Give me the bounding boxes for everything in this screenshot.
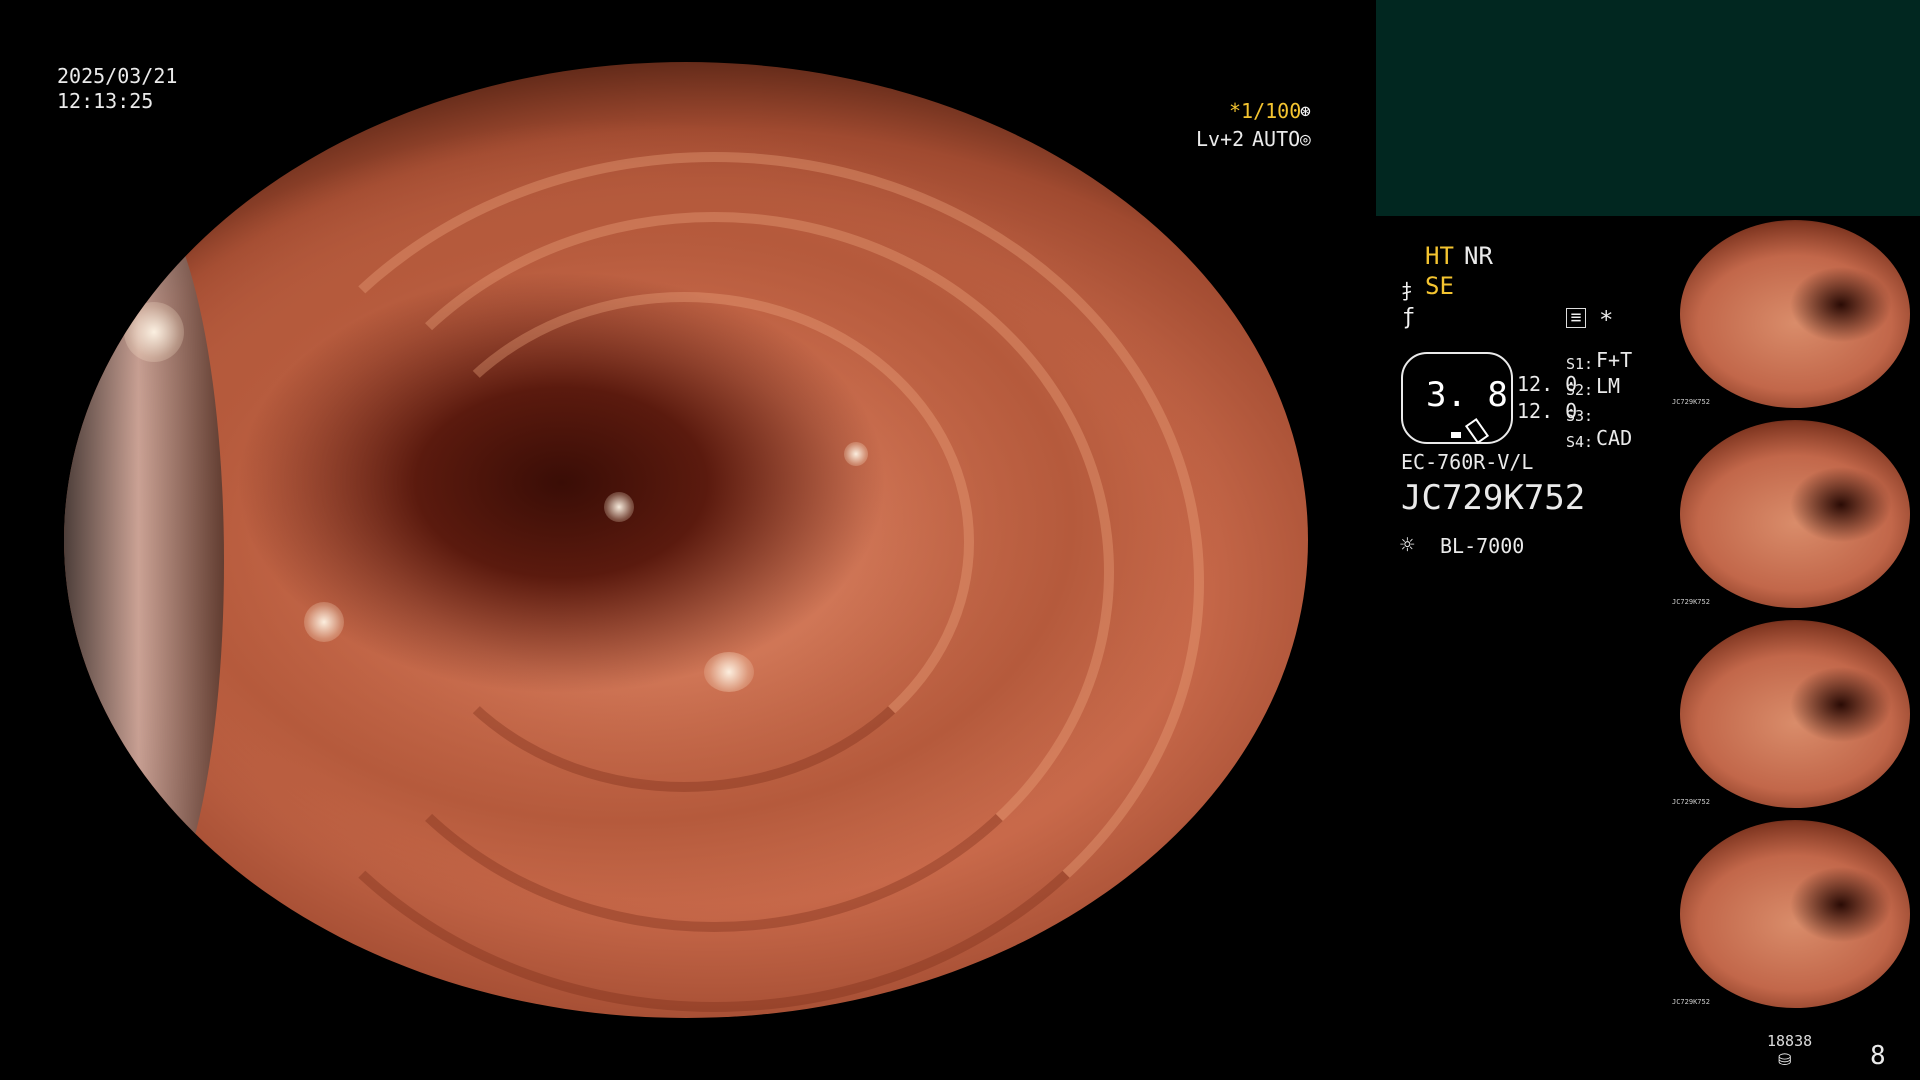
thumbnail-serial: JC729K752 bbox=[1672, 598, 1710, 606]
memo-icon: ≡ bbox=[1566, 308, 1586, 328]
date-label: 2025/03/21 bbox=[57, 64, 178, 88]
scope-glare bbox=[64, 182, 224, 942]
s3-label: S3: bbox=[1566, 407, 1594, 425]
iris-icon: ◎ bbox=[1300, 129, 1311, 150]
thumbnail-image[interactable]: JC729K752 bbox=[1672, 416, 1920, 612]
scope-serial: JC729K752 bbox=[1401, 478, 1586, 518]
page-number: 8 bbox=[1870, 1041, 1886, 1071]
s2-value: LM bbox=[1596, 374, 1621, 398]
mucosa-fold bbox=[224, 152, 1204, 1012]
s2-label: S2: bbox=[1566, 381, 1594, 399]
time-label: 12:13:25 bbox=[57, 89, 154, 113]
star-label: * bbox=[1599, 306, 1614, 334]
se-label: SE bbox=[1425, 272, 1454, 300]
thumbnail-serial: JC729K752 bbox=[1672, 998, 1710, 1006]
scope-model: EC-760R-V/L bbox=[1401, 450, 1534, 474]
thumbnail-image[interactable]: JC729K752 bbox=[1672, 616, 1920, 812]
thumbnail-serial: JC729K752 bbox=[1672, 398, 1710, 406]
light-reflection bbox=[844, 442, 868, 466]
zoom-value: 3. 8 bbox=[1426, 375, 1508, 415]
ht-label: HT bbox=[1425, 242, 1454, 270]
level-label: Lv+2 bbox=[1196, 127, 1245, 151]
s1-value: F+T bbox=[1596, 348, 1633, 372]
shutter-speed: *1/100 bbox=[1229, 99, 1302, 123]
top-panel bbox=[1376, 0, 1920, 216]
thumbnail-serial: JC729K752 bbox=[1672, 798, 1710, 806]
endoscope-view bbox=[64, 62, 1308, 1018]
light-source-icon: ☼ bbox=[1400, 531, 1415, 559]
s1-label: S1: bbox=[1566, 355, 1594, 373]
thumbnail-image[interactable]: JC729K752 bbox=[1672, 816, 1920, 1012]
thumbnail-view bbox=[1680, 820, 1910, 1008]
thumbnail-view bbox=[1680, 620, 1910, 808]
light-source-label: BL-7000 bbox=[1440, 534, 1525, 558]
thumbnail-view bbox=[1680, 220, 1910, 408]
storage-count: 18838 bbox=[1767, 1032, 1813, 1050]
s4-label: S4: bbox=[1566, 433, 1594, 451]
enhance-icon: ⺘ bbox=[1401, 280, 1421, 304]
zoom-marker bbox=[1451, 432, 1461, 438]
storage-icon: ⛁ bbox=[1778, 1050, 1792, 1069]
light-reflection bbox=[304, 602, 344, 642]
light-reflection bbox=[604, 492, 634, 522]
light-reflection bbox=[704, 652, 754, 692]
thumbnail-view bbox=[1680, 420, 1910, 608]
light-reflection bbox=[124, 302, 184, 362]
thumbnail-image[interactable]: JC729K752 bbox=[1672, 216, 1920, 412]
nr-label: NR bbox=[1464, 242, 1493, 270]
f-mode-icon: ƒ bbox=[1402, 305, 1416, 330]
shutter-icon: ⊛ bbox=[1300, 101, 1311, 122]
auto-label: AUTO bbox=[1252, 127, 1301, 151]
s4-value: CAD bbox=[1596, 426, 1633, 450]
